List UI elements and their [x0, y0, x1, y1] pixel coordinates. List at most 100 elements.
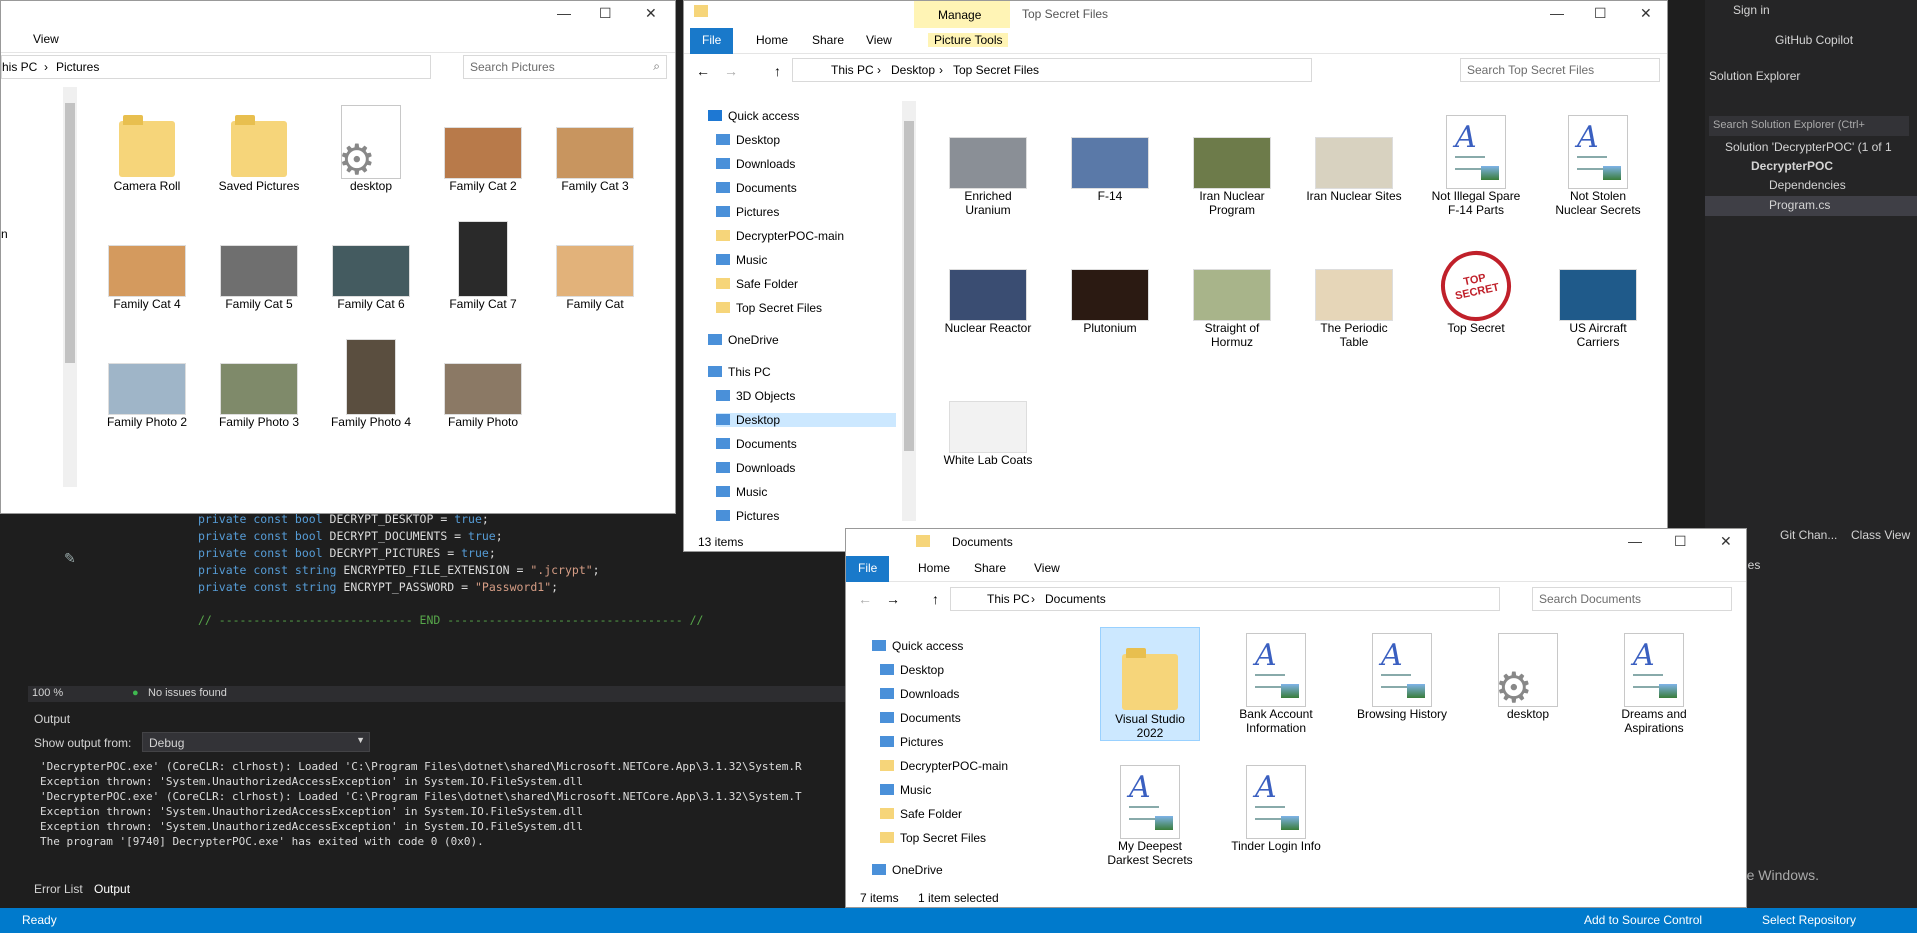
nav-item[interactable]: OneDrive [708, 333, 779, 347]
nav-item[interactable]: Music [716, 253, 767, 267]
file-tile[interactable]: Family Cat 6 [321, 217, 421, 311]
nav-item[interactable]: Pictures [716, 205, 779, 219]
topsecret-search-input[interactable]: Search Top Secret Files [1460, 58, 1660, 82]
tab-home[interactable]: Home [756, 33, 788, 47]
pictures-search-input[interactable]: Search Pictures ⌕ [463, 55, 667, 79]
nav-item[interactable]: Documents [716, 181, 797, 195]
file-tile[interactable]: Family Photo 2 [97, 335, 197, 429]
scrollbar[interactable] [63, 87, 77, 487]
nav-item[interactable]: Top Secret Files [880, 831, 986, 845]
nav-item[interactable]: OneDrive [872, 863, 943, 877]
sign-in-link[interactable]: Sign in [1733, 3, 1770, 17]
breadcrumb-documents[interactable]: Documents [1045, 592, 1106, 606]
file-tile[interactable]: Straight of Hormuz [1182, 241, 1282, 349]
file-tile[interactable]: Saved Pictures [209, 99, 309, 193]
file-tile[interactable]: Family Cat 4 [97, 217, 197, 311]
nav-item[interactable]: Quick access [872, 639, 963, 653]
tab-manage[interactable]: Manage [938, 8, 981, 22]
tab-class-view[interactable]: Class View [1851, 528, 1910, 542]
nav-item[interactable]: DecrypterPOC-main [716, 229, 844, 243]
close-icon[interactable]: ✕ [645, 5, 657, 22]
pictures-titlebar[interactable]: — ☐ ✕ [1, 1, 675, 27]
scrollbar-thumb[interactable] [904, 121, 914, 451]
file-tile[interactable]: A Bank Account Information [1226, 627, 1326, 735]
breadcrumb-this-pc[interactable]: This PC [987, 592, 1030, 606]
file-tile[interactable]: Family Photo 4 [321, 335, 421, 429]
tab-output[interactable]: Output [94, 882, 130, 896]
up-arrow-icon[interactable]: ↑ [774, 63, 781, 79]
documents-address-bar[interactable]: This PC › Documents [950, 587, 1500, 611]
nav-item[interactable]: DecrypterPOC-main [880, 759, 1008, 773]
pictures-address-bar[interactable]: his PC › Pictures [1, 55, 431, 79]
file-tile[interactable]: F-14 [1060, 109, 1160, 203]
forward-arrow-icon[interactable]: → [724, 63, 738, 79]
tree-dependencies[interactable]: Dependencies [1769, 178, 1846, 192]
minimize-icon[interactable]: — [1550, 5, 1564, 21]
file-tile[interactable]: TOP SECRET Top Secret [1426, 241, 1526, 335]
nav-item[interactable]: Safe Folder [716, 277, 798, 291]
nav-item[interactable]: Safe Folder [880, 807, 962, 821]
documents-titlebar[interactable]: Documents — ☐ ✕ [846, 529, 1746, 555]
nav-item[interactable]: Top Secret Files [716, 301, 822, 315]
file-tile[interactable]: White Lab Coats [938, 373, 1038, 467]
nav-item[interactable]: Quick access [708, 109, 799, 123]
file-tile[interactable]: Family Cat 5 [209, 217, 309, 311]
nav-item[interactable]: Documents [880, 711, 961, 725]
tree-solution[interactable]: Solution 'DecrypterPOC' (1 of 1 [1725, 140, 1892, 154]
tab-share[interactable]: Share [812, 33, 844, 47]
file-tile[interactable]: Enriched Uranium [938, 109, 1038, 217]
file-tile[interactable]: A My Deepest Darkest Secrets [1100, 759, 1200, 867]
nav-item[interactable]: Pictures [880, 735, 943, 749]
file-tile[interactable]: A Not Stolen Nuclear Secrets [1548, 109, 1648, 217]
file-tile[interactable]: A Browsing History [1352, 627, 1452, 721]
nav-item[interactable]: Desktop [716, 133, 780, 147]
file-tile[interactable]: The Periodic Table [1304, 241, 1404, 349]
file-tile[interactable]: Iran Nuclear Program [1182, 109, 1282, 217]
tab-share[interactable]: Share [974, 561, 1006, 575]
nav-item[interactable]: Downloads [880, 687, 959, 701]
nav-item[interactable]: Pictures [716, 509, 779, 523]
file-tile[interactable]: desktop [1478, 627, 1578, 721]
copilot-button[interactable]: GitHub Copilot [1775, 33, 1853, 47]
breadcrumb-pictures[interactable]: Pictures [56, 60, 99, 74]
tab-error-list[interactable]: Error List [34, 882, 83, 896]
tab-home[interactable]: Home [918, 561, 950, 575]
nav-item[interactable]: Downloads [716, 157, 795, 171]
tab-view[interactable]: View [33, 32, 59, 46]
file-tile[interactable]: Nuclear Reactor [938, 241, 1038, 335]
tab-view[interactable]: View [866, 33, 892, 47]
nav-item[interactable]: Downloads [716, 461, 795, 475]
scrollbar-thumb[interactable] [65, 103, 75, 363]
file-tile[interactable]: US Aircraft Carriers [1548, 241, 1648, 349]
breadcrumb-top-secret[interactable]: Top Secret Files [953, 63, 1039, 77]
tree-program-file[interactable]: Program.cs [1769, 198, 1830, 212]
documents-search-input[interactable]: Search Documents [1532, 587, 1732, 611]
breadcrumb-this-pc[interactable]: This PC [831, 63, 874, 77]
breadcrumb-this-pc[interactable]: his PC [2, 60, 37, 74]
quick-action-icon[interactable]: ✎ [64, 550, 76, 567]
file-tile[interactable]: Iran Nuclear Sites [1304, 109, 1404, 203]
breadcrumb-desktop[interactable]: Desktop [891, 63, 935, 77]
back-arrow-icon[interactable]: ← [858, 591, 872, 607]
file-tile[interactable]: Family Cat 7 [433, 217, 533, 311]
nav-item[interactable]: Music [880, 783, 931, 797]
nav-item[interactable]: This PC [708, 365, 771, 379]
issues-status[interactable]: No issues found [148, 687, 227, 699]
nav-item[interactable]: Documents [716, 437, 797, 451]
back-arrow-icon[interactable]: ← [696, 63, 710, 79]
tab-git-changes[interactable]: Git Chan... [1780, 528, 1837, 542]
nav-item[interactable]: Desktop [716, 413, 896, 427]
select-repository[interactable]: Select Repository [1762, 913, 1856, 927]
file-tile[interactable]: Family Cat 2 [433, 99, 533, 193]
file-tile[interactable]: Camera Roll [97, 99, 197, 193]
file-tile[interactable]: A Not Illegal Spare F-14 Parts [1426, 109, 1526, 217]
minimize-icon[interactable]: — [557, 5, 571, 21]
close-icon[interactable]: ✕ [1640, 5, 1652, 22]
file-tile[interactable]: A Tinder Login Info [1226, 759, 1326, 853]
tab-picture-tools[interactable]: Picture Tools [928, 33, 1009, 47]
solution-search-input[interactable]: Search Solution Explorer (Ctrl+ [1709, 116, 1909, 136]
nav-item[interactable]: Music [716, 485, 767, 499]
file-tile[interactable]: Family Photo 3 [209, 335, 309, 429]
file-tile[interactable]: A Dreams and Aspirations [1604, 627, 1704, 735]
maximize-icon[interactable]: ☐ [1594, 5, 1607, 22]
